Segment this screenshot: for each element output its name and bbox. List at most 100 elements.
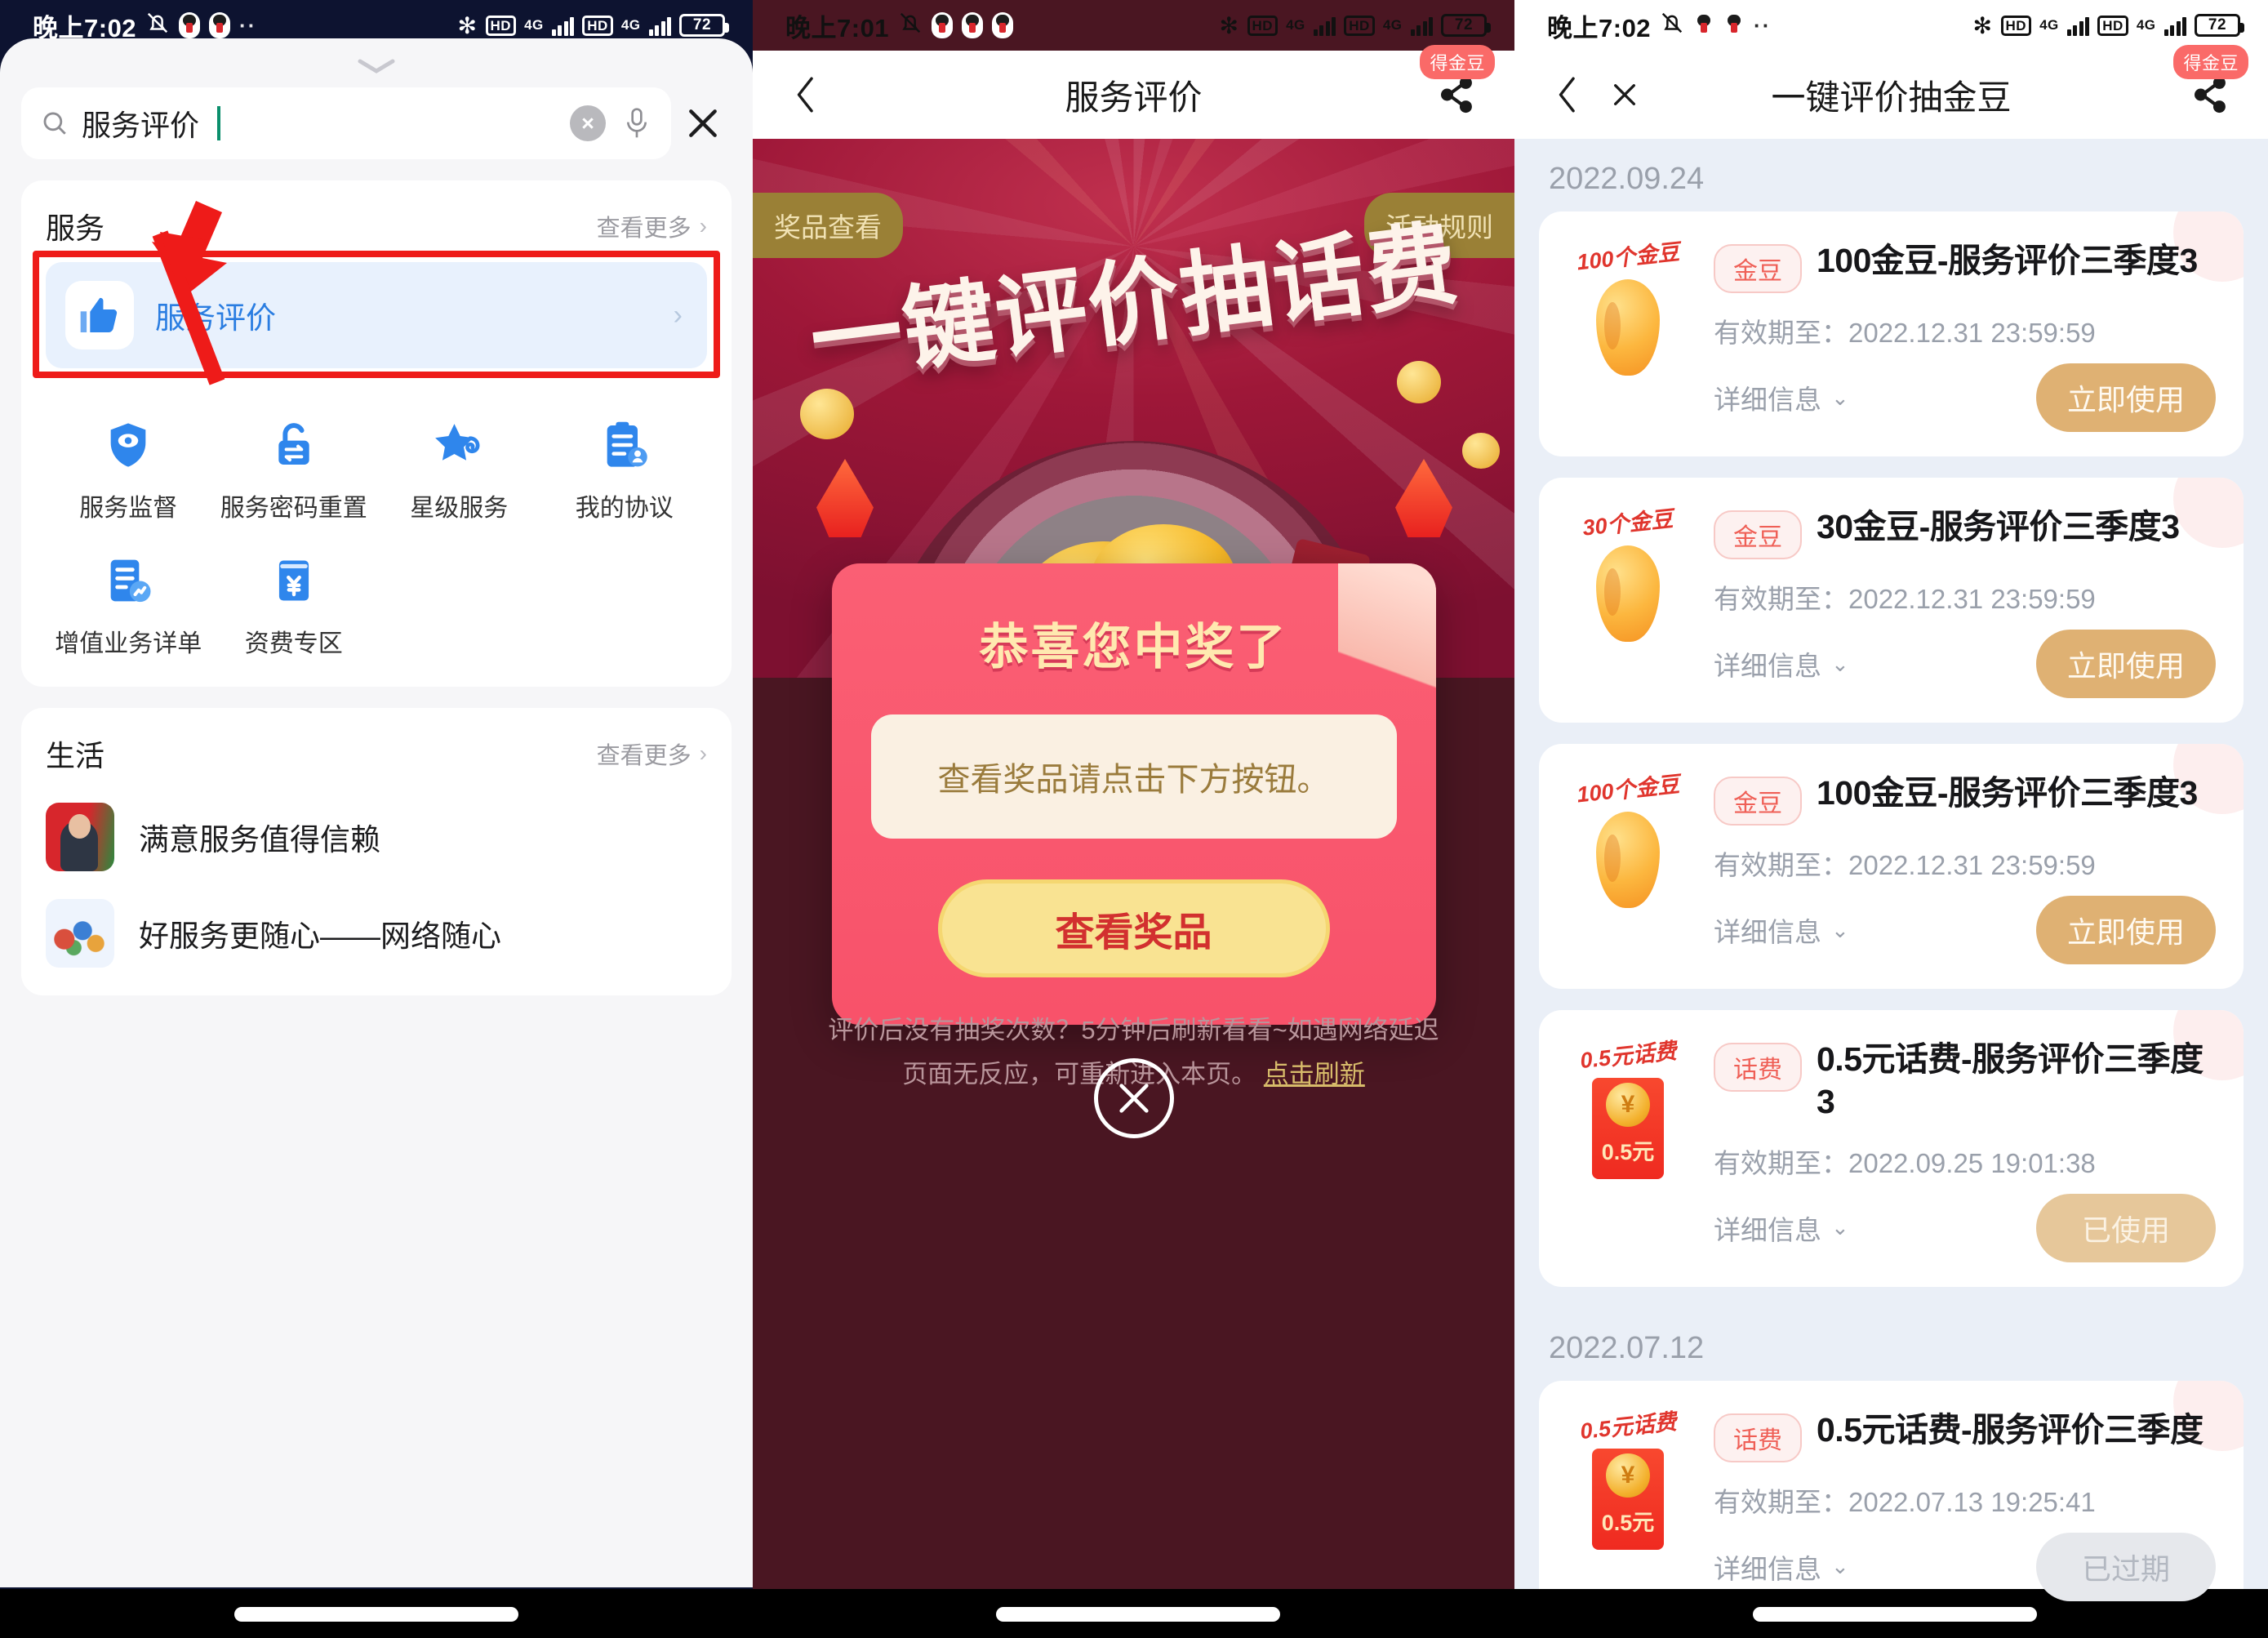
search-result-service-evaluation[interactable]: 服务评价 › — [46, 262, 707, 368]
prize-icon-block: 0.5元话费 ¥ 0.5元 — [1567, 1038, 1689, 1262]
prize-type-tag: 金豆 — [1714, 244, 1802, 293]
search-input[interactable]: 服务评价 × — [21, 87, 671, 159]
coin-icon: ¥ — [1606, 1453, 1650, 1498]
earn-beans-badge: 得金豆 — [1420, 45, 1495, 79]
signal-bars-icon — [551, 15, 575, 36]
prize-name: 100金豆-服务评价三季度3 — [1817, 242, 2198, 279]
detail-toggle[interactable]: 详细信息 ⌄ — [1714, 1208, 1849, 1248]
prize-card[interactable]: 30个金豆 金豆 30金豆-服务评价三季度3 有效期至：2022.12.31 2… — [1539, 478, 2244, 723]
grid-item-vas-detail[interactable]: 增值业务详单 — [46, 551, 211, 659]
use-now-button[interactable]: 立即使用 — [2036, 363, 2216, 432]
prize-type-tag: 金豆 — [1714, 510, 1802, 559]
page-title: 服务评价 — [1065, 78, 1203, 117]
date-group-header: 2022.09.24 — [1549, 162, 1705, 196]
life-view-more-link[interactable]: 查看更多 › — [597, 737, 707, 771]
signal-bars-icon — [1313, 15, 1336, 36]
refresh-link[interactable]: 点击刷新 — [1264, 1060, 1365, 1088]
network-type-label: 4G — [2136, 17, 2156, 33]
prize-name: 0.5元话费-服务评价三季度3 — [1817, 1040, 2204, 1121]
microphone-icon[interactable] — [624, 105, 650, 141]
thumbs-up-icon — [65, 281, 134, 349]
right-nav-bar: 一键评价抽金豆 得金豆 — [1514, 45, 2268, 139]
detail-label: 详细信息 — [1714, 385, 1821, 415]
prize-title-line: 话费 0.5元话费-服务评价三季度 — [1714, 1409, 2216, 1462]
chevron-right-icon: › — [699, 213, 707, 238]
red-envelope-icon: ¥ 0.5元 — [1592, 1448, 1664, 1550]
mute-bell-icon — [145, 11, 170, 40]
grid-item-label: 星级服务 — [410, 495, 509, 522]
close-page-button[interactable] — [1596, 73, 1653, 116]
hd-icon: HD — [1247, 15, 1279, 36]
chevron-down-icon: ⌄ — [1831, 651, 1849, 676]
grid-item-star-service[interactable]: 星级服务 — [376, 416, 542, 523]
qq-penguin-icon — [962, 12, 984, 38]
prize-card[interactable]: 0.5元话费 ¥ 0.5元 话费 0.5元话费-服务评价三季度 有效期至：202… — [1539, 1380, 2244, 1626]
detail-toggle[interactable]: 详细信息 ⌄ — [1714, 378, 1849, 417]
grid-item-service-supervision[interactable]: 服务监督 — [46, 416, 211, 523]
battery-icon: 72 — [2195, 14, 2244, 37]
chevron-down-icon: ⌄ — [1831, 917, 1849, 942]
view-prize-button[interactable]: 查看奖品 — [937, 879, 1330, 977]
services-view-more-link[interactable]: 查看更多 › — [597, 209, 707, 243]
detail-toggle[interactable]: 详细信息 ⌄ — [1714, 910, 1849, 950]
close-search-button[interactable] — [676, 105, 730, 141]
use-now-button[interactable]: 立即使用 — [2036, 630, 2216, 698]
detail-toggle[interactable]: 详细信息 ⌄ — [1714, 1547, 1849, 1587]
grid-item-label: 增值业务详单 — [55, 630, 202, 657]
back-button[interactable] — [1539, 73, 1596, 116]
home-indicator[interactable] — [1753, 1607, 2037, 1622]
search-row: 服务评价 × — [0, 78, 753, 159]
gold-bean-icon — [1596, 812, 1660, 908]
share-button[interactable]: 得金豆 — [1420, 45, 1495, 115]
chevron-left-icon — [1559, 77, 1575, 113]
coin-decoration — [1462, 433, 1500, 469]
prize-view-button[interactable]: 奖品查看 — [753, 193, 903, 258]
list-item-label: 满意服务值得信赖 — [139, 823, 380, 857]
back-button[interactable] — [777, 73, 834, 116]
signal-bars-icon — [2066, 15, 2090, 36]
prize-card[interactable]: 100个金豆 金豆 100金豆-服务评价三季度3 有效期至：2022.12.31… — [1539, 744, 2244, 989]
prize-card[interactable]: 0.5元话费 ¥ 0.5元 话费 0.5元话费-服务评价三季度3 有效期至：20… — [1539, 1010, 2244, 1287]
grid-item-tariff-zone[interactable]: 资费专区 — [211, 551, 377, 659]
home-indicator[interactable] — [996, 1607, 1280, 1622]
middle-panel-service-evaluation: 晚上7:01 ✻ HD 4G HD 4G 72 服务评价 得金豆 奖品查看 活动… — [753, 0, 1514, 1638]
view-more-label: 查看更多 — [596, 216, 692, 242]
gold-bean-icon — [1596, 279, 1660, 376]
three-panel-screenshot: 晚上7:02 ·· ✻ HD 4G HD 4G 72 服务评价 × 服务 查看更… — [0, 0, 2268, 1638]
clear-search-button[interactable]: × — [570, 105, 606, 141]
prize-title-line: 话费 0.5元话费-服务评价三季度3 — [1714, 1038, 2216, 1124]
grid-item-service-password-reset[interactable]: 服务密码重置 — [211, 416, 377, 523]
home-indicator[interactable] — [234, 1607, 518, 1622]
prize-expiry: 有效期至：2022.12.31 23:59:59 — [1714, 318, 2096, 348]
list-item[interactable]: 好服务更随心——网络随心 — [46, 899, 707, 968]
clipboard-user-icon — [595, 416, 654, 474]
prize-footer: 详细信息 ⌄ 立即使用 — [1714, 896, 2216, 964]
dismiss-modal-button[interactable] — [1093, 1058, 1174, 1138]
detail-label: 详细信息 — [1714, 1214, 1821, 1245]
prize-footer: 详细信息 ⌄ 已使用 — [1714, 1193, 2216, 1262]
unlock-reset-icon — [265, 416, 323, 474]
signal-bars-icon — [648, 15, 671, 36]
list-item[interactable]: 满意服务值得信赖 — [46, 803, 707, 871]
use-now-button[interactable]: 立即使用 — [2036, 896, 2216, 964]
status-bar-left-group: 晚上7:01 — [785, 7, 1014, 44]
coin-decoration — [1397, 361, 1441, 403]
prize-footer: 详细信息 ⌄ 立即使用 — [1714, 630, 2216, 698]
prize-card[interactable]: 100个金豆 金豆 100金豆-服务评价三季度3 有效期至：2022.12.31… — [1539, 211, 2244, 456]
hint-line-1: 评价后没有抽奖次数？5分钟后刷新看看~如遇网络延迟 — [828, 1016, 1439, 1044]
grid-item-label: 服务密码重置 — [220, 495, 367, 522]
prize-expiry: 有效期至：2022.12.31 23:59:59 — [1714, 850, 2096, 880]
detail-toggle[interactable]: 详细信息 ⌄ — [1714, 644, 1849, 683]
share-icon — [2195, 76, 2226, 114]
sheet-drag-handle[interactable] — [0, 38, 753, 78]
services-section-header: 服务 查看更多 › — [46, 205, 707, 247]
ribbon-decoration — [1337, 563, 1436, 751]
prize-details: 金豆 30金豆-服务评价三季度3 有效期至：2022.12.31 23:59:5… — [1714, 505, 2216, 698]
prize-type-tag: 金豆 — [1714, 777, 1802, 826]
network-type-label: 4G — [620, 17, 641, 33]
status-bar-right-group: ✻ HD 4G HD 4G 72 — [1220, 12, 1491, 39]
prize-caption: 100个金豆 — [1576, 772, 1681, 808]
qq-penguin-icon — [932, 12, 954, 38]
share-button[interactable]: 得金豆 — [2173, 45, 2248, 115]
grid-item-my-agreements[interactable]: 我的协议 — [542, 416, 708, 523]
